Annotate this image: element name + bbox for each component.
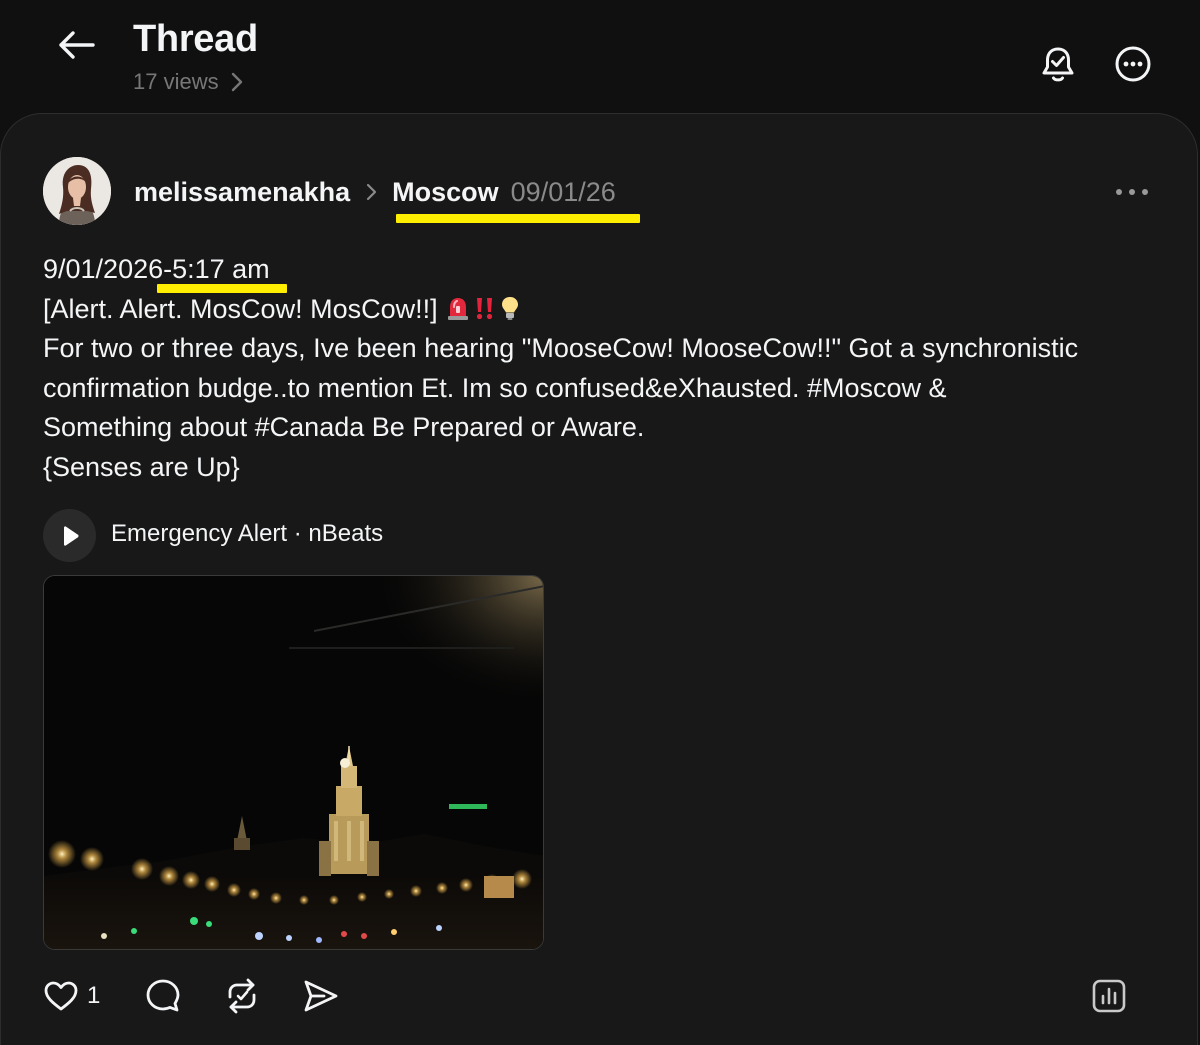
thread-screen: Thread 17 views melissamenakha Moscow 09… <box>0 0 1200 1045</box>
post-line: For two or three days, Ive been hearing … <box>43 333 1079 363</box>
play-icon <box>63 525 79 546</box>
police-light-icon <box>448 297 469 320</box>
views-link[interactable]: 17 views <box>133 68 243 96</box>
post-header: melissamenakha Moscow 09/01/26 <box>134 172 616 212</box>
share-button[interactable] <box>302 976 340 1016</box>
send-icon <box>304 980 338 1012</box>
comment-icon <box>146 979 180 1012</box>
insights-button[interactable] <box>1090 976 1128 1016</box>
views-count: 17 views <box>133 69 219 94</box>
comment-button[interactable] <box>144 976 182 1016</box>
bar-chart-icon <box>1092 979 1126 1013</box>
music-play-button[interactable] <box>43 509 96 562</box>
username[interactable]: melissamenakha <box>134 177 350 208</box>
back-button[interactable] <box>52 24 100 66</box>
post-line-text: [Alert. Alert. MosCow! MosCow!!] <box>43 293 438 324</box>
post-more-button[interactable] <box>1110 178 1154 206</box>
post-line: Something about #Canada Be Prepared or A… <box>43 412 645 442</box>
post-date: 09/01/26 <box>510 176 616 207</box>
repost-button[interactable] <box>222 976 262 1016</box>
post-line: confirmation budge..to mention Et. Im so… <box>43 372 947 403</box>
like-button[interactable]: 1 <box>43 976 100 1016</box>
highlight-underline <box>396 214 640 223</box>
lightbulb-icon <box>502 296 519 320</box>
more-circle-icon <box>1115 46 1151 82</box>
heart-icon <box>44 981 78 1011</box>
avatar[interactable] <box>43 157 111 225</box>
post-image[interactable] <box>43 575 544 950</box>
arrow-left-icon <box>59 31 95 59</box>
post-line: [Alert. Alert. MosCow! MosCow!!] <box>43 290 1163 330</box>
chevron-right-icon <box>366 183 378 201</box>
night-city-photo <box>44 576 543 949</box>
post-line: {Senses are Up} <box>43 451 240 482</box>
bell-check-icon <box>1042 47 1074 82</box>
emoji-group <box>445 295 521 321</box>
repost-icon <box>228 978 256 1014</box>
highlight-underline <box>157 284 287 293</box>
music-track-label[interactable]: Emergency Alert · nBeats <box>111 520 383 548</box>
double-exclamation-icon <box>477 297 493 319</box>
chevron-right-icon <box>231 72 243 92</box>
topic-tag[interactable]: Moscow <box>392 177 499 208</box>
more-horizontal-icon <box>1116 189 1148 195</box>
more-options-button[interactable] <box>1111 42 1155 86</box>
activity-button[interactable] <box>1036 42 1080 86</box>
like-count: 1 <box>87 982 101 1009</box>
page-title: Thread <box>133 18 258 60</box>
avatar-photo <box>43 157 111 225</box>
